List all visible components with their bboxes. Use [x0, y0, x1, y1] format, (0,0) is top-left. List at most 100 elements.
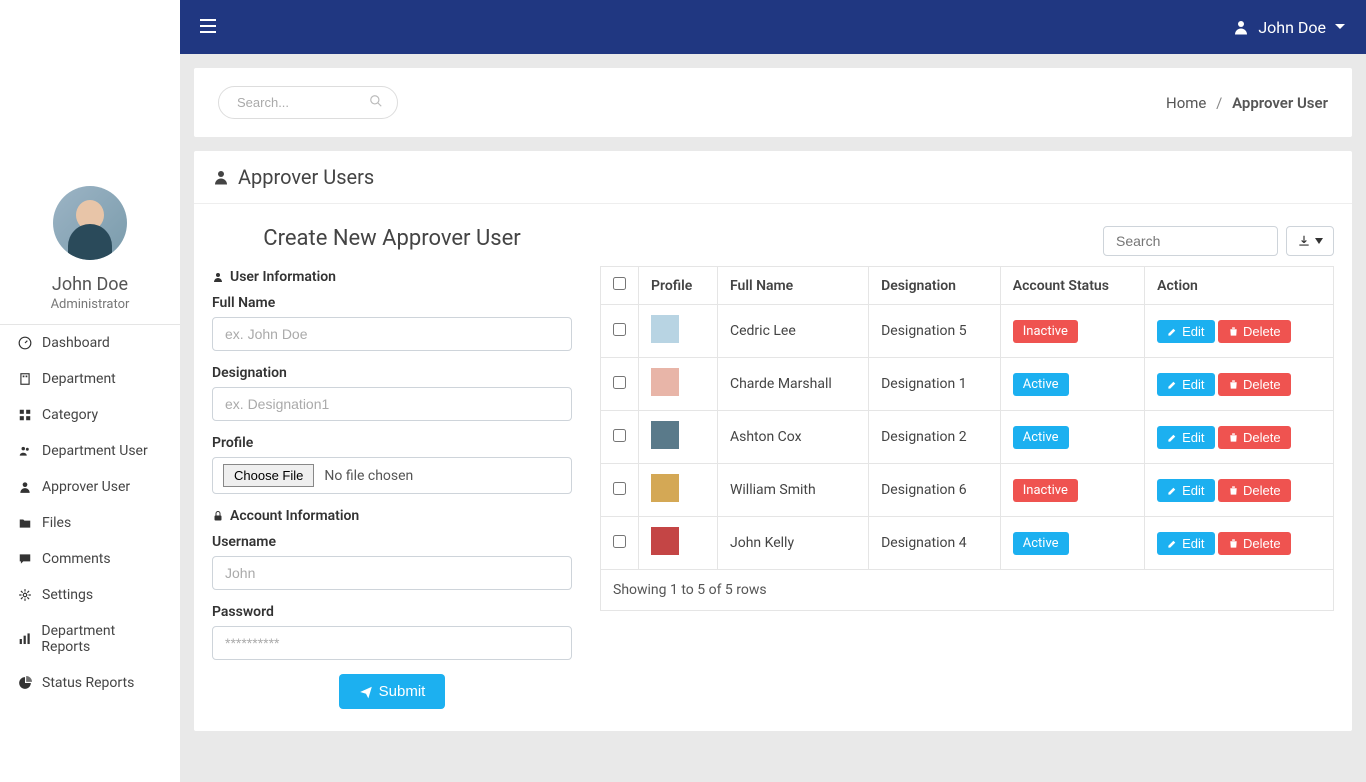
edit-button[interactable]: Edit [1157, 532, 1214, 555]
nav-list: Dashboard Department Category Department… [0, 325, 180, 701]
pencil-icon [1167, 379, 1178, 390]
table-row: William Smith Designation 6 Inactive Edi… [601, 464, 1334, 517]
choose-file-button[interactable]: Choose File [223, 464, 314, 487]
sidebar-item-label: Category [42, 407, 98, 423]
breadcrumb: Home / Approver User [1166, 94, 1328, 112]
dashboard-icon [18, 336, 32, 350]
sidebar-profile: John Doe Administrator [0, 168, 180, 325]
sidebar-item-label: Settings [42, 587, 93, 603]
password-field[interactable] [212, 626, 572, 660]
sidebar-item-comments[interactable]: Comments [0, 541, 180, 577]
row-checkbox[interactable] [613, 535, 626, 548]
edit-button[interactable]: Edit [1157, 426, 1214, 449]
status-badge: Active [1013, 373, 1069, 396]
profile-thumb [651, 474, 679, 502]
section-label-text: User Information [230, 269, 336, 285]
sidebar-item-label: Comments [42, 551, 111, 567]
search-wrap [218, 86, 398, 119]
delete-button[interactable]: Delete [1218, 532, 1291, 555]
cell-designation: Designation 5 [869, 305, 1001, 358]
chevron-down-icon [1334, 23, 1346, 31]
table-row: Ashton Cox Designation 2 Active Edit Del… [601, 411, 1334, 464]
col-action: Action [1145, 267, 1334, 305]
search-icon[interactable] [369, 94, 383, 112]
edit-button[interactable]: Edit [1157, 479, 1214, 502]
profile-name: John Doe [10, 274, 170, 295]
table-row: Charde Marshall Designation 1 Active Edi… [601, 358, 1334, 411]
trash-icon [1228, 432, 1239, 443]
folder-icon [18, 516, 32, 530]
profile-role: Administrator [10, 297, 170, 312]
sidebar-item-status-reports[interactable]: Status Reports [0, 665, 180, 701]
send-icon [359, 685, 373, 699]
pencil-icon [1167, 326, 1178, 337]
trash-icon [1228, 485, 1239, 496]
page-title-text: Approver Users [238, 165, 374, 189]
profile-thumb [651, 421, 679, 449]
page-title: Approver Users [194, 151, 1352, 204]
submit-button[interactable]: Submit [339, 674, 446, 709]
username-field[interactable] [212, 556, 572, 590]
col-profile: Profile [639, 267, 718, 305]
breadcrumb-home[interactable]: Home [1166, 94, 1206, 112]
cell-name: William Smith [717, 464, 868, 517]
full-name-field[interactable] [212, 317, 572, 351]
row-checkbox[interactable] [613, 482, 626, 495]
sidebar-item-approver-user[interactable]: Approver User [0, 469, 180, 505]
sidebar-item-department[interactable]: Department [0, 361, 180, 397]
sidebar-item-label: Dashboard [42, 335, 110, 351]
row-checkbox[interactable] [613, 376, 626, 389]
cell-designation: Designation 6 [869, 464, 1001, 517]
comment-icon [18, 552, 32, 566]
cell-designation: Designation 2 [869, 411, 1001, 464]
sidebar-item-category[interactable]: Category [0, 397, 180, 433]
grid-icon [18, 408, 32, 422]
sidebar-item-settings[interactable]: Settings [0, 577, 180, 613]
sidebar-item-files[interactable]: Files [0, 505, 180, 541]
cell-name: Charde Marshall [717, 358, 868, 411]
bar-chart-icon [18, 632, 31, 646]
gear-icon [18, 588, 32, 602]
sidebar-item-department-reports[interactable]: Department Reports [0, 613, 180, 665]
delete-button[interactable]: Delete [1218, 373, 1291, 396]
avatar [53, 186, 127, 260]
designation-label: Designation [212, 365, 572, 381]
cell-name: Cedric Lee [717, 305, 868, 358]
user-icon [212, 168, 230, 186]
delete-button[interactable]: Delete [1218, 426, 1291, 449]
edit-button[interactable]: Edit [1157, 373, 1214, 396]
sidebar-item-label: Status Reports [42, 675, 134, 691]
section-account-info: Account Information [212, 508, 572, 524]
table-footer: Showing 1 to 5 of 5 rows [600, 570, 1334, 611]
user-menu[interactable]: John Doe [1232, 18, 1346, 37]
users-icon [18, 444, 32, 458]
table-search-input[interactable] [1103, 226, 1278, 256]
file-input-row: Choose File No file chosen [212, 457, 572, 494]
form-title: Create New Approver User [212, 226, 572, 251]
section-label-text: Account Information [230, 508, 359, 524]
sidebar-item-label: Department User [42, 443, 148, 459]
export-button[interactable] [1286, 226, 1334, 256]
table-toolbar [600, 226, 1334, 256]
designation-field[interactable] [212, 387, 572, 421]
building-icon [18, 372, 32, 386]
user-name: John Doe [1258, 18, 1326, 37]
breadcrumb-bar: Home / Approver User [194, 68, 1352, 137]
submit-label: Submit [379, 683, 426, 700]
select-all-checkbox[interactable] [613, 277, 626, 290]
cell-name: Ashton Cox [717, 411, 868, 464]
profile-label: Profile [212, 435, 572, 451]
row-checkbox[interactable] [613, 429, 626, 442]
status-badge: Active [1013, 426, 1069, 449]
sidebar-item-department-user[interactable]: Department User [0, 433, 180, 469]
edit-button[interactable]: Edit [1157, 320, 1214, 343]
menu-toggle-icon[interactable] [200, 17, 216, 38]
cell-name: John Kelly [717, 517, 868, 570]
section-user-info: User Information [212, 269, 572, 285]
pencil-icon [1167, 538, 1178, 549]
sidebar-item-dashboard[interactable]: Dashboard [0, 325, 180, 361]
delete-button[interactable]: Delete [1218, 479, 1291, 502]
row-checkbox[interactable] [613, 323, 626, 336]
sidebar-item-label: Department Reports [41, 623, 162, 655]
delete-button[interactable]: Delete [1218, 320, 1291, 343]
